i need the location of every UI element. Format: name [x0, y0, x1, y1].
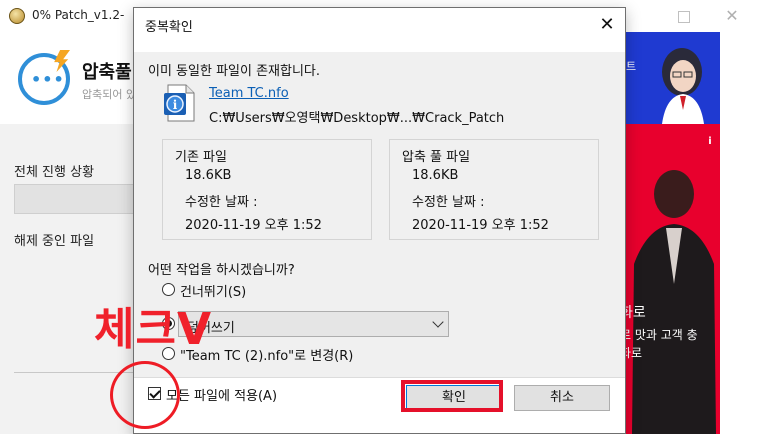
dialog-footer-separator — [134, 377, 625, 378]
app-close-icon[interactable]: ✕ — [722, 6, 742, 26]
file-path: C:₩Users₩오영택₩Desktop₩...₩Crack_Patch — [209, 111, 505, 126]
ad-banner-top[interactable]: 트 — [620, 32, 720, 124]
ad-info-icon[interactable]: i — [704, 136, 716, 148]
annotation-highlight-box — [401, 380, 503, 412]
ad-line-2: 로 맛과 고객 충 — [620, 328, 698, 342]
existing-file-info: 기존 파일 18.6KB 수정한 날짜 : 2020-11-19 오후 1:52 — [162, 139, 372, 240]
annotation-circle — [110, 361, 180, 429]
archive-modified-label: 수정한 날짜 : — [412, 195, 485, 210]
dialog-title: 중복확인 — [145, 20, 193, 35]
ad-character-illustration — [662, 48, 704, 124]
app-heading: 압축풀 — [82, 62, 132, 83]
app-icon — [9, 8, 25, 24]
app-title: 0% Patch_v1.2- — [32, 8, 125, 22]
check-annotation-text: 체크V — [94, 304, 213, 355]
extracting-file-label: 해제 중인 파일 — [14, 234, 95, 249]
ad-banner-bottom[interactable] — [620, 124, 720, 434]
overwrite-mode-select[interactable]: 덮어쓰기 — [178, 311, 449, 337]
overall-progress-label: 전체 진행 상황 — [14, 165, 95, 180]
duplicate-message: 이미 동일한 파일이 존재합니다. — [148, 64, 321, 79]
ad-person-photo — [632, 170, 716, 434]
existing-file-title: 기존 파일 — [175, 150, 227, 165]
archive-file-info: 압축 풀 파일 18.6KB 수정한 날짜 : 2020-11-19 오후 1:… — [389, 139, 599, 240]
archive-file-size: 18.6KB — [412, 168, 459, 183]
archive-file-title: 압축 풀 파일 — [402, 150, 471, 165]
existing-file-size: 18.6KB — [185, 168, 232, 183]
cancel-button[interactable]: 취소 — [514, 385, 610, 411]
nfo-file-icon: i — [164, 84, 195, 122]
action-question: 어떤 작업을 하시겠습니까? — [148, 263, 295, 278]
divider — [14, 372, 134, 373]
existing-modified-date: 2020-11-19 오후 1:52 — [185, 218, 322, 233]
file-name-link[interactable]: Team TC.nfo — [209, 86, 289, 101]
ad-top-text: 트 — [626, 60, 637, 73]
dialog-close-icon[interactable]: ✕ — [595, 14, 619, 36]
apply-to-all-label: 모든 파일에 적용(A) — [166, 389, 278, 404]
archive-modified-date: 2020-11-19 오후 1:52 — [412, 218, 549, 233]
chevron-down-icon — [432, 316, 444, 328]
window-right-margin — [720, 32, 757, 434]
overall-progress-bar — [14, 184, 134, 214]
app-subheading: 압축되어 있 — [82, 88, 137, 101]
svg-text:i: i — [173, 98, 178, 112]
duplicate-file-dialog: 중복확인 ✕ 이미 동일한 파일이 존재합니다. i Team TC.nfo C… — [133, 7, 626, 434]
existing-modified-label: 수정한 날짜 : — [185, 195, 258, 210]
maximize-icon[interactable] — [673, 6, 693, 26]
